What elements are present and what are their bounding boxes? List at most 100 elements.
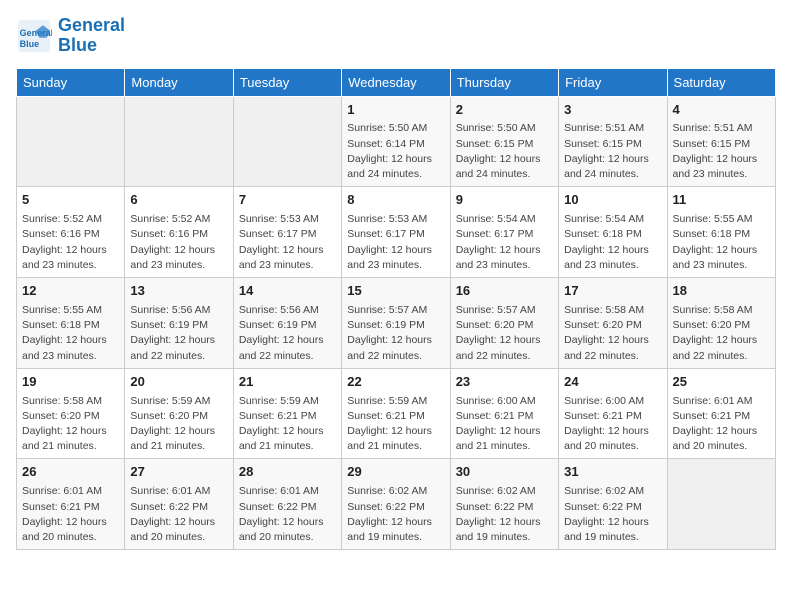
column-header-monday: Monday (125, 68, 233, 96)
day-number: 9 (456, 191, 553, 210)
calendar-cell: 9Sunrise: 5:54 AM Sunset: 6:17 PM Daylig… (450, 187, 558, 278)
calendar-body: 1Sunrise: 5:50 AM Sunset: 6:14 PM Daylig… (17, 96, 776, 550)
day-number: 4 (673, 101, 770, 120)
day-info: Sunrise: 5:53 AM Sunset: 6:17 PM Dayligh… (347, 212, 444, 273)
calendar-cell: 11 Sunrise: 5:55 AM Sunset: 6:18 PM Dayli… (667, 187, 775, 278)
calendar-cell: 2Sunrise: 5:50 AM Sunset: 6:15 PM Daylig… (450, 96, 558, 187)
day-number: 30 (456, 463, 553, 482)
day-info: Sunrise: 5:55 AM Sunset: 6:18 PM Dayligh… (22, 303, 119, 364)
calendar-cell (233, 96, 341, 187)
calendar-cell: 22 Sunrise: 5:59 AM Sunset: 6:21 PM Dayli… (342, 368, 450, 459)
day-number: 26 (22, 463, 119, 482)
calendar-cell (125, 96, 233, 187)
calendar-cell: 3Sunrise: 5:51 AM Sunset: 6:15 PM Daylig… (559, 96, 667, 187)
day-info: Sunrise: 6:02 AM Sunset: 6:22 PM Dayligh… (564, 484, 661, 545)
calendar-cell: 19Sunrise: 5:58 AM Sunset: 6:20 PM Dayli… (17, 368, 125, 459)
header-row: SundayMondayTuesdayWednesdayThursdayFrid… (17, 68, 776, 96)
calendar-cell: 12 Sunrise: 5:55 AM Sunset: 6:18 PM Dayli… (17, 278, 125, 369)
day-number: 23 (456, 373, 553, 392)
day-info: Sunrise: 6:02 AM Sunset: 6:22 PM Dayligh… (456, 484, 553, 545)
week-row-4: 19Sunrise: 5:58 AM Sunset: 6:20 PM Dayli… (17, 368, 776, 459)
day-number: 12 (22, 282, 119, 301)
day-info: Sunrise: 5:52 AM Sunset: 6:16 PM Dayligh… (22, 212, 119, 273)
day-info: Sunrise: 6:01 AM Sunset: 6:21 PM Dayligh… (673, 394, 770, 455)
day-number: 17 (564, 282, 661, 301)
calendar-cell (667, 459, 775, 550)
calendar-cell (17, 96, 125, 187)
day-info: Sunrise: 5:57 AM Sunset: 6:20 PM Dayligh… (456, 303, 553, 364)
day-info: Sunrise: 5:50 AM Sunset: 6:14 PM Dayligh… (347, 121, 444, 182)
column-header-friday: Friday (559, 68, 667, 96)
day-number: 31 (564, 463, 661, 482)
day-info: Sunrise: 5:55 AM Sunset: 6:18 PM Dayligh… (673, 212, 770, 273)
day-number: 13 (130, 282, 227, 301)
calendar-cell: 15 Sunrise: 5:57 AM Sunset: 6:19 PM Dayli… (342, 278, 450, 369)
day-info: Sunrise: 5:53 AM Sunset: 6:17 PM Dayligh… (239, 212, 336, 273)
day-number: 6 (130, 191, 227, 210)
day-number: 20 (130, 373, 227, 392)
day-number: 24 (564, 373, 661, 392)
calendar-cell: 29Sunrise: 6:02 AM Sunset: 6:22 PM Dayli… (342, 459, 450, 550)
day-number: 21 (239, 373, 336, 392)
logo-icon: General Blue (16, 18, 52, 54)
calendar-cell: 26Sunrise: 6:01 AM Sunset: 6:21 PM Dayli… (17, 459, 125, 550)
column-header-sunday: Sunday (17, 68, 125, 96)
calendar-cell: 14 Sunrise: 5:56 AM Sunset: 6:19 PM Dayli… (233, 278, 341, 369)
day-info: Sunrise: 5:59 AM Sunset: 6:21 PM Dayligh… (239, 394, 336, 455)
logo-text: GeneralBlue (58, 16, 125, 56)
day-info: Sunrise: 5:59 AM Sunset: 6:21 PM Dayligh… (347, 394, 444, 455)
day-info: Sunrise: 6:01 AM Sunset: 6:22 PM Dayligh… (130, 484, 227, 545)
day-number: 3 (564, 101, 661, 120)
day-number: 18 (673, 282, 770, 301)
calendar-table: SundayMondayTuesdayWednesdayThursdayFrid… (16, 68, 776, 551)
day-info: Sunrise: 5:52 AM Sunset: 6:16 PM Dayligh… (130, 212, 227, 273)
column-header-saturday: Saturday (667, 68, 775, 96)
day-number: 22 (347, 373, 444, 392)
calendar-cell: 8 Sunrise: 5:53 AM Sunset: 6:17 PM Daylig… (342, 187, 450, 278)
calendar-cell: 6 Sunrise: 5:52 AM Sunset: 6:16 PM Daylig… (125, 187, 233, 278)
calendar-cell: 30 Sunrise: 6:02 AM Sunset: 6:22 PM Dayli… (450, 459, 558, 550)
day-number: 14 (239, 282, 336, 301)
day-number: 28 (239, 463, 336, 482)
day-number: 15 (347, 282, 444, 301)
day-info: Sunrise: 6:02 AM Sunset: 6:22 PM Dayligh… (347, 484, 444, 545)
day-info: Sunrise: 6:01 AM Sunset: 6:22 PM Dayligh… (239, 484, 336, 545)
day-info: Sunrise: 5:54 AM Sunset: 6:18 PM Dayligh… (564, 212, 661, 273)
day-number: 11 (673, 191, 770, 210)
day-number: 5 (22, 191, 119, 210)
column-header-wednesday: Wednesday (342, 68, 450, 96)
day-info: Sunrise: 5:51 AM Sunset: 6:15 PM Dayligh… (673, 121, 770, 182)
calendar-cell: 5 Sunrise: 5:52 AM Sunset: 6:16 PM Daylig… (17, 187, 125, 278)
day-info: Sunrise: 5:56 AM Sunset: 6:19 PM Dayligh… (239, 303, 336, 364)
logo: General Blue GeneralBlue (16, 16, 125, 56)
calendar-cell: 28 Sunrise: 6:01 AM Sunset: 6:22 PM Dayli… (233, 459, 341, 550)
day-info: Sunrise: 6:00 AM Sunset: 6:21 PM Dayligh… (456, 394, 553, 455)
day-number: 16 (456, 282, 553, 301)
day-number: 2 (456, 101, 553, 120)
calendar-cell: 18Sunrise: 5:58 AM Sunset: 6:20 PM Dayli… (667, 278, 775, 369)
day-number: 10 (564, 191, 661, 210)
day-number: 19 (22, 373, 119, 392)
day-info: Sunrise: 5:59 AM Sunset: 6:20 PM Dayligh… (130, 394, 227, 455)
calendar-cell: 4Sunrise: 5:51 AM Sunset: 6:15 PM Daylig… (667, 96, 775, 187)
day-info: Sunrise: 6:00 AM Sunset: 6:21 PM Dayligh… (564, 394, 661, 455)
day-info: Sunrise: 5:57 AM Sunset: 6:19 PM Dayligh… (347, 303, 444, 364)
week-row-1: 1Sunrise: 5:50 AM Sunset: 6:14 PM Daylig… (17, 96, 776, 187)
day-number: 27 (130, 463, 227, 482)
calendar-cell: 1Sunrise: 5:50 AM Sunset: 6:14 PM Daylig… (342, 96, 450, 187)
calendar-cell: 27 Sunrise: 6:01 AM Sunset: 6:22 PM Dayli… (125, 459, 233, 550)
day-info: Sunrise: 5:58 AM Sunset: 6:20 PM Dayligh… (564, 303, 661, 364)
column-header-thursday: Thursday (450, 68, 558, 96)
calendar-cell: 10 Sunrise: 5:54 AM Sunset: 6:18 PM Dayli… (559, 187, 667, 278)
calendar-header: SundayMondayTuesdayWednesdayThursdayFrid… (17, 68, 776, 96)
calendar-cell: 25Sunrise: 6:01 AM Sunset: 6:21 PM Dayli… (667, 368, 775, 459)
calendar-cell: 23 Sunrise: 6:00 AM Sunset: 6:21 PM Dayli… (450, 368, 558, 459)
week-row-5: 26Sunrise: 6:01 AM Sunset: 6:21 PM Dayli… (17, 459, 776, 550)
day-info: Sunrise: 5:51 AM Sunset: 6:15 PM Dayligh… (564, 121, 661, 182)
day-info: Sunrise: 5:56 AM Sunset: 6:19 PM Dayligh… (130, 303, 227, 364)
day-number: 8 (347, 191, 444, 210)
calendar-cell: 7 Sunrise: 5:53 AM Sunset: 6:17 PM Daylig… (233, 187, 341, 278)
calendar-cell: 20 Sunrise: 5:59 AM Sunset: 6:20 PM Dayli… (125, 368, 233, 459)
day-number: 7 (239, 191, 336, 210)
calendar-cell: 16 Sunrise: 5:57 AM Sunset: 6:20 PM Dayli… (450, 278, 558, 369)
